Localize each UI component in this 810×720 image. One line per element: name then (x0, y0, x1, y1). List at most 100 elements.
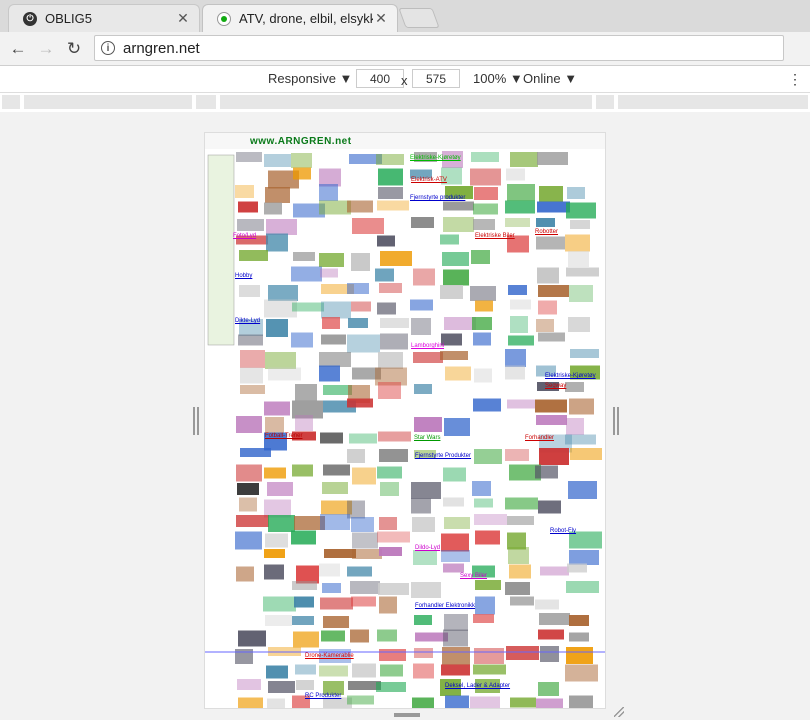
product-thumbnail[interactable] (351, 517, 374, 532)
product-thumbnail[interactable] (266, 233, 288, 252)
product-thumbnail[interactable] (238, 201, 258, 213)
product-thumbnail[interactable] (295, 664, 316, 675)
product-thumbnail[interactable] (319, 563, 340, 577)
product-thumbnail[interactable] (569, 695, 593, 709)
product-thumbnail[interactable] (410, 299, 433, 311)
category-link[interactable]: Robotter (535, 229, 558, 236)
product-thumbnail[interactable] (351, 253, 370, 271)
close-icon[interactable]: ✕ (175, 10, 191, 27)
product-thumbnail[interactable] (535, 465, 558, 479)
product-thumbnail[interactable] (412, 517, 435, 532)
product-thumbnail[interactable] (538, 332, 565, 342)
product-thumbnail[interactable] (538, 300, 557, 315)
product-thumbnail[interactable] (566, 267, 599, 277)
product-thumbnail[interactable] (505, 365, 525, 380)
product-thumbnail[interactable] (265, 533, 288, 548)
product-thumbnail[interactable] (377, 531, 410, 543)
category-link[interactable]: Robot-Fly (550, 528, 576, 535)
product-thumbnail[interactable] (536, 415, 567, 425)
category-link[interactable]: Fotball-Trener (265, 433, 302, 440)
product-thumbnail[interactable] (267, 698, 285, 709)
product-thumbnail[interactable] (510, 152, 538, 167)
product-thumbnail[interactable] (319, 352, 351, 367)
product-thumbnail[interactable] (535, 599, 559, 610)
media-query-segment[interactable] (24, 95, 192, 109)
product-thumbnail[interactable] (473, 398, 501, 412)
product-thumbnail[interactable] (536, 236, 565, 250)
product-thumbnail[interactable] (539, 186, 563, 202)
product-thumbnail[interactable] (505, 349, 526, 367)
product-thumbnail[interactable] (292, 616, 314, 625)
product-thumbnail[interactable] (569, 632, 589, 642)
network-select[interactable]: Online ▼ (523, 71, 577, 86)
category-link[interactable]: Dikte-Lyd (235, 318, 260, 325)
product-thumbnail[interactable] (475, 300, 493, 312)
product-thumbnail[interactable] (320, 514, 350, 530)
product-thumbnail[interactable] (570, 448, 602, 460)
product-thumbnail[interactable] (474, 449, 502, 464)
product-thumbnail[interactable] (440, 285, 463, 299)
product-thumbnail[interactable] (444, 317, 476, 330)
product-thumbnail[interactable] (565, 234, 590, 252)
product-thumbnail[interactable] (322, 583, 341, 593)
product-thumbnail[interactable] (293, 252, 315, 261)
product-thumbnail[interactable] (570, 349, 599, 358)
product-thumbnail[interactable] (378, 431, 411, 442)
product-thumbnail[interactable] (507, 516, 534, 525)
product-thumbnail[interactable] (538, 500, 561, 514)
product-thumbnail[interactable] (320, 268, 338, 278)
product-thumbnail[interactable] (240, 367, 263, 384)
product-thumbnail[interactable] (347, 695, 374, 705)
product-thumbnail[interactable] (265, 187, 290, 203)
product-thumbnail[interactable] (378, 187, 403, 199)
product-thumbnail[interactable] (507, 184, 535, 201)
product-thumbnail[interactable] (472, 481, 491, 496)
product-thumbnail[interactable] (473, 332, 491, 346)
product-thumbnail[interactable] (321, 630, 345, 642)
product-thumbnail[interactable] (322, 317, 340, 329)
product-thumbnail[interactable] (347, 334, 380, 353)
product-thumbnail[interactable] (321, 301, 351, 319)
product-thumbnail[interactable] (292, 302, 324, 312)
product-thumbnail[interactable] (473, 664, 506, 675)
product-thumbnail[interactable] (475, 580, 501, 590)
tab-arngren[interactable]: ATV, drone, elbil, elsykke ✕ (202, 4, 398, 32)
product-thumbnail[interactable] (236, 566, 254, 582)
media-query-segment[interactable] (196, 95, 216, 109)
product-thumbnail[interactable] (266, 319, 288, 337)
product-thumbnail[interactable] (296, 565, 319, 584)
product-thumbnail[interactable] (263, 596, 296, 612)
product-thumbnail[interactable] (538, 285, 569, 297)
product-thumbnail[interactable] (565, 664, 598, 682)
category-link[interactable]: Deksel, Lader & Adapter (445, 683, 510, 690)
product-thumbnail[interactable] (375, 268, 394, 282)
product-thumbnail[interactable] (238, 630, 266, 647)
product-thumbnail[interactable] (347, 398, 373, 408)
product-thumbnail[interactable] (510, 596, 534, 606)
product-thumbnail[interactable] (413, 550, 437, 565)
product-thumbnail[interactable] (319, 365, 340, 382)
product-thumbnail[interactable] (265, 615, 292, 626)
product-thumbnail[interactable] (539, 448, 569, 465)
product-thumbnail[interactable] (291, 266, 322, 282)
height-input[interactable] (412, 69, 460, 88)
product-thumbnail[interactable] (350, 581, 380, 594)
product-thumbnail[interactable] (536, 698, 563, 709)
product-thumbnail[interactable] (473, 614, 494, 623)
product-thumbnail[interactable] (268, 515, 295, 532)
resize-handle-left[interactable] (193, 407, 199, 435)
product-thumbnail[interactable] (294, 596, 314, 608)
product-thumbnail[interactable] (323, 385, 352, 395)
product-thumbnail[interactable] (510, 299, 531, 310)
product-thumbnail[interactable] (292, 581, 317, 590)
product-thumbnail[interactable] (567, 563, 587, 573)
product-thumbnail[interactable] (441, 333, 462, 346)
product-thumbnail[interactable] (347, 283, 369, 294)
product-thumbnail[interactable] (440, 351, 468, 360)
product-thumbnail[interactable] (264, 467, 286, 479)
product-thumbnail[interactable] (236, 464, 262, 482)
product-thumbnail[interactable] (236, 152, 262, 162)
product-thumbnail[interactable] (379, 517, 397, 530)
product-thumbnail[interactable] (236, 515, 269, 527)
product-thumbnail[interactable] (443, 467, 466, 482)
